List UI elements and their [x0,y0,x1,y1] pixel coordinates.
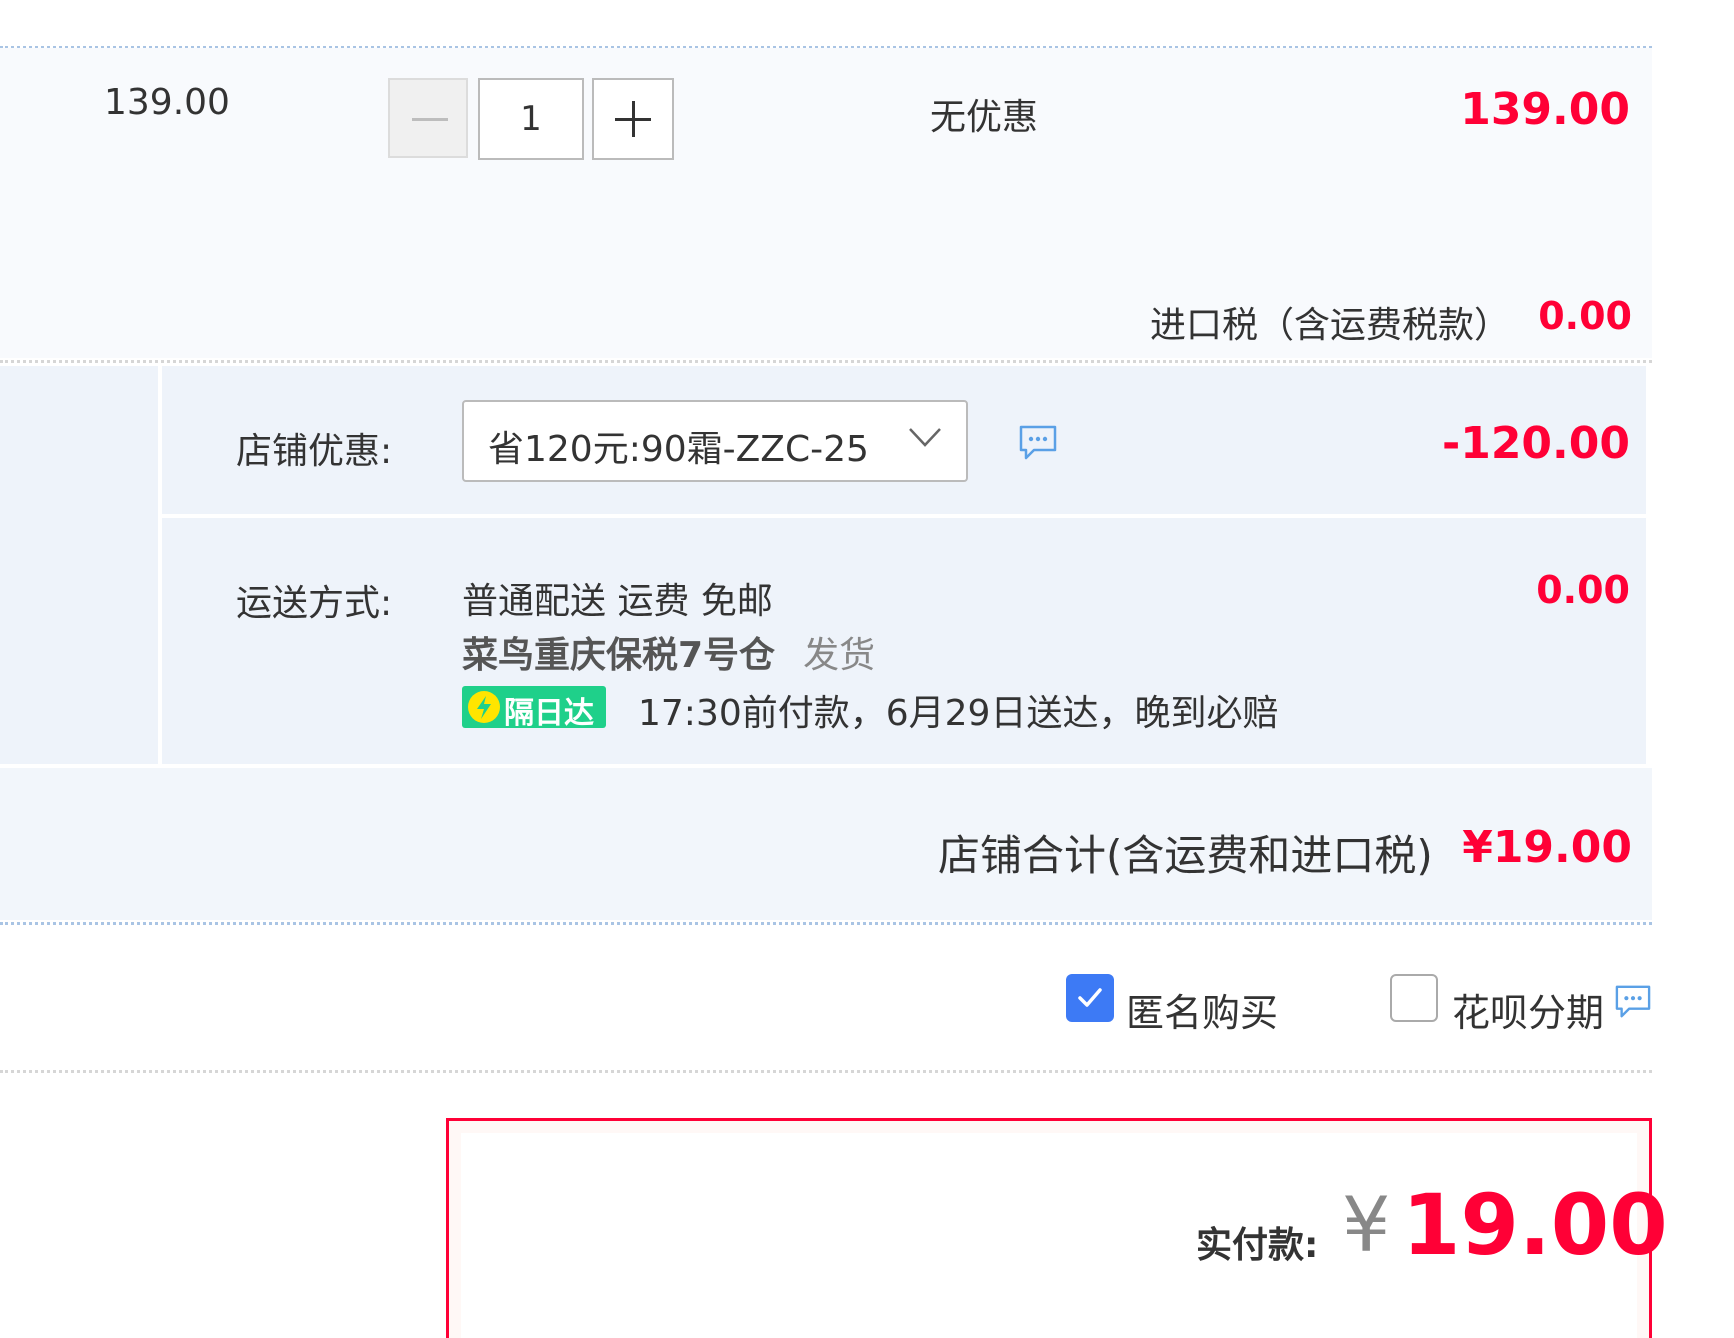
payment-label: 实付款: [1196,1225,1319,1266]
delivery-note: 17:30前付款，6月29日送达，晚到必赔 [638,693,1279,734]
warehouse-line: 菜鸟重庆保税7号仓 发货 [462,626,875,678]
chat-bubble-icon[interactable] [1614,984,1652,1020]
store-total-label: 店铺合计(含运费和进口税) [938,831,1433,880]
store-coupon-select[interactable]: 省120元:90霜-ZZC-25 [462,400,968,482]
store-coupon-discount: -120.00 [1441,418,1630,469]
store-bottom-divider [0,922,1652,925]
store-coupon-label: 店铺优惠: [236,431,393,472]
quantity-increase-button[interactable] [592,78,674,160]
anonymous-label[interactable]: 匿名购买 [1126,982,1278,1037]
import-tax-label: 进口税（含运费税款） [1150,305,1511,346]
store-coupon-selected: 省120元:90霜-ZZC-25 [488,429,869,470]
item-promotion: 无优惠 [930,97,1039,138]
warehouse-suffix: 发货 [803,635,876,676]
quantity-input[interactable]: 1 [478,78,584,160]
payment-amount: 19.00 [1402,1176,1668,1274]
import-tax-value: 0.00 [1538,294,1632,338]
item-subtotal: 139.00 [1460,84,1630,135]
store-total-value: ¥19.00 [1462,822,1632,873]
chat-bubble-icon[interactable] [1018,424,1058,462]
shipping-method: 普通配送 运费 免邮 [462,581,773,622]
store-left-panel [0,366,158,764]
payment-currency: ¥ [1342,1180,1391,1269]
checkmark-icon [1078,988,1102,1007]
options-divider [0,1070,1652,1073]
unit-price: 139.00 [104,82,230,123]
huabei-checkbox[interactable] [1390,974,1438,1022]
shipping-method-label: 运送方式: [236,583,393,624]
lightning-icon [468,691,500,723]
item-divider [0,360,1652,363]
anonymous-checkbox[interactable] [1066,974,1114,1022]
chevron-down-icon [909,428,941,447]
huabei-label[interactable]: 花呗分期 [1452,982,1604,1037]
warehouse-name: 菜鸟重庆保税7号仓 [462,635,776,676]
quantity-decrease-button[interactable] [388,78,468,158]
shipping-fee: 0.00 [1536,568,1630,612]
next-day-badge-label: 隔日达 [504,696,594,731]
next-day-badge: 隔日达 [462,686,606,731]
